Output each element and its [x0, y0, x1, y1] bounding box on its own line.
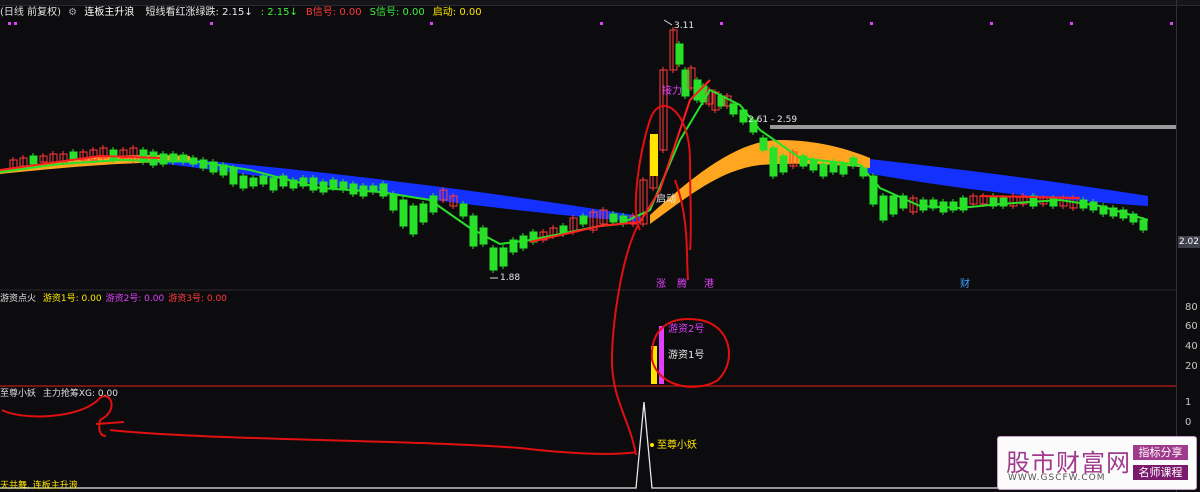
candle-body-80: [769, 147, 778, 177]
signal-dot-5: [720, 22, 723, 25]
candle-body-2: [29, 155, 38, 165]
candle-body-91: [879, 195, 888, 221]
candle-body-31: [319, 181, 328, 193]
candle-body-15: [159, 153, 168, 165]
candle-body-45: [459, 203, 468, 217]
sub2-tick-0: 0: [1185, 417, 1192, 428]
candle-body-86: [829, 161, 838, 173]
qidong-label: 启动: [656, 192, 676, 205]
candle-body-39: [399, 199, 408, 227]
sub1-indicator-value-1: 游资2号: 0.00: [105, 294, 165, 304]
current-price-box: 2.02: [1178, 236, 1200, 248]
candle-body-95: [919, 199, 928, 211]
sub2-indicator-value-0: 主力抢筹XG: 0.00: [42, 389, 118, 399]
high-price-label: 3.11: [674, 21, 694, 31]
sub1-tick-80: 80: [1185, 302, 1198, 313]
candle-body-92: [889, 195, 898, 215]
sub1-indicator-value-0: 游资1号: 0.00: [42, 294, 102, 304]
candle-body-40: [409, 205, 418, 235]
zhang-label: 涨: [656, 278, 666, 290]
gang-label: 港: [704, 278, 714, 290]
candle-body-22: [229, 167, 238, 185]
zhizun-label: 至尊小妖: [657, 438, 697, 451]
signal-dot-9: [1170, 22, 1173, 25]
sub1-tick-40: 40: [1185, 341, 1198, 352]
resistance-line: [770, 125, 1176, 129]
sub2-indicator-name[interactable]: 至尊小妖: [0, 389, 36, 399]
signal-dot-3: [430, 22, 433, 25]
candle-body-32: [329, 179, 338, 189]
candle-body-87: [839, 163, 848, 175]
candle-body-76: [729, 103, 738, 115]
watermark-tag-course: 名师课程: [1133, 465, 1188, 480]
bottom-label: 天共舞, 连板主升浪: [0, 481, 78, 491]
candle-body-57: [579, 215, 588, 225]
watermark: 股市财富网 WWW.GSCFW.COM 指标分享 名师课程: [997, 436, 1197, 490]
candle-body-49: [499, 247, 508, 267]
signal-dot-0: [8, 22, 11, 25]
candle-body-37: [379, 183, 388, 197]
candle-body-79: [759, 137, 768, 151]
sub2-indicator-legend: 至尊小妖 主力抢筹XG: 0.00: [0, 388, 118, 400]
sub1-tick-60: 60: [1185, 321, 1198, 332]
signal-dot-1: [14, 22, 17, 25]
candle-body-48: [489, 247, 498, 271]
candle-body-98: [949, 201, 958, 211]
youzi1-label: 游资1号: [668, 348, 704, 361]
signal-dot-7: [990, 22, 993, 25]
stock-chart-window: (日线 前复权) ⚙ 连板主升浪 短线看红涨绿跌: 2.15↓: 2.15↓ B信…: [0, 0, 1200, 492]
candle-body-81: [779, 155, 788, 173]
candle-body-108: [1049, 197, 1058, 207]
range-label: 2.61 - 2.59: [748, 115, 797, 125]
candle-body-34: [349, 183, 358, 195]
candle-body-26: [269, 177, 278, 191]
qidong-signal-bar: [650, 134, 658, 176]
sub2-tick-1: 1: [1185, 397, 1192, 408]
candle-body-117: [1139, 219, 1148, 231]
candle-body-38: [389, 193, 398, 211]
candle-body-67: [675, 43, 684, 65]
youzi2-label: 游资2号: [668, 322, 704, 335]
sub1-indicator-legend: 游资点火 游资1号: 0.00 游资2号: 0.00 游资3号: 0.00: [0, 293, 227, 305]
sub1-indicator-value-2: 游资3号: 0.00: [168, 294, 227, 304]
candle-body-25: [259, 175, 268, 185]
candle-body-41: [419, 203, 428, 223]
watermark-tag-share: 指标分享: [1133, 445, 1188, 460]
candle-body-60: [609, 213, 618, 223]
sub1-tick-20: 20: [1185, 361, 1198, 372]
price-chart[interactable]: 3.11 1.88 2.61 - 2.59 启动 接力 涨 腾 港 财 游资2号…: [0, 0, 1176, 492]
cai-label: 财: [960, 277, 970, 290]
watermark-url: WWW.GSCFW.COM: [1008, 473, 1106, 483]
signal-dot-2: [210, 22, 213, 25]
candle-body-84: [809, 159, 818, 171]
sub1-indicator-name[interactable]: 游资点火: [0, 294, 36, 304]
signal-dot-6: [870, 22, 873, 25]
jieli-label: 接力: [662, 84, 682, 97]
teng-label: 腾: [677, 277, 687, 290]
candle-body-30: [309, 177, 318, 191]
candle-body-10: [109, 149, 118, 161]
signal-dot-4: [600, 22, 603, 25]
price-axis-separator: [1176, 0, 1177, 492]
candle-body-85: [819, 163, 828, 177]
candle-body-23: [239, 175, 248, 189]
green-ma-line: [0, 88, 1149, 246]
signal-dot-8: [1070, 22, 1073, 25]
candle-body-24: [249, 177, 258, 187]
low-price-label: 1.88: [500, 273, 520, 283]
